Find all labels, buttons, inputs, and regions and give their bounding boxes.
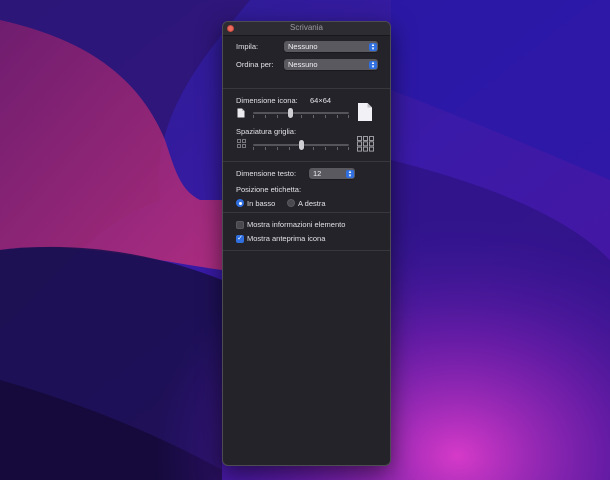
grid-small-icon [237, 139, 246, 148]
grid-spacing-slider-knob[interactable] [298, 140, 304, 150]
text-section: Dimensione testo: 12 ▴ ▾ Posizione etiche… [223, 162, 390, 213]
show-item-info-label[interactable]: Mostra informazioni elemento [247, 220, 345, 229]
grid-large-icon [357, 136, 374, 152]
stack-by-label: Impila: [236, 42, 259, 51]
text-size-value: 12 [313, 169, 322, 178]
checkmark-icon: ✓ [237, 235, 243, 242]
icon-section: Dimensione icona: 64×64 Spaziatura grigl… [223, 89, 390, 162]
label-position-right-label[interactable]: A destra [298, 199, 326, 208]
document-large-icon [358, 103, 372, 121]
grid-spacing-slider[interactable] [253, 139, 349, 151]
text-size-popup[interactable]: 12 ▴ ▾ [309, 168, 355, 179]
stack-by-value: Nessuno [288, 42, 318, 51]
icon-size-slider[interactable] [253, 107, 349, 119]
show-icon-preview-checkbox[interactable]: ✓ [236, 235, 244, 243]
sort-by-popup[interactable]: Nessuno ▴ ▾ [284, 59, 378, 70]
arrangement-section: Impila: Nessuno ▴ ▾ Ordina per: Nessuno ▴… [223, 36, 390, 89]
label-position-label: Posizione etichetta: [236, 185, 302, 194]
label-position-right-radio[interactable] [287, 199, 295, 207]
sort-by-value: Nessuno [288, 60, 318, 69]
icon-size-value: 64×64 [310, 96, 332, 105]
desktop-view-options-window: Scrivania Impila: Nessuno ▴ ▾ Ordina per:… [222, 21, 391, 466]
options-section: Mostra informazioni elemento ✓ Mostra an… [223, 213, 390, 251]
show-icon-preview-label[interactable]: Mostra anteprima icona [247, 234, 325, 243]
chevron-up-down-icon: ▴ ▾ [369, 42, 377, 51]
window-title: Scrivania [290, 23, 323, 32]
label-position-bottom-label[interactable]: In basso [247, 199, 275, 208]
show-item-info-checkbox[interactable] [236, 221, 244, 229]
icon-size-label: Dimensione icona: [236, 96, 298, 105]
icon-size-slider-knob[interactable] [287, 108, 293, 118]
grid-spacing-label: Spaziatura griglia: [236, 127, 297, 136]
chevron-up-down-icon: ▴ ▾ [346, 169, 354, 178]
label-position-bottom-radio[interactable] [236, 199, 244, 207]
text-size-label: Dimensione testo: [236, 169, 297, 178]
chevron-up-down-icon: ▴ ▾ [369, 60, 377, 69]
document-small-icon [237, 108, 245, 118]
sort-by-label: Ordina per: [236, 60, 274, 69]
window-titlebar[interactable]: Scrivania [223, 22, 390, 36]
stack-by-popup[interactable]: Nessuno ▴ ▾ [284, 41, 378, 52]
